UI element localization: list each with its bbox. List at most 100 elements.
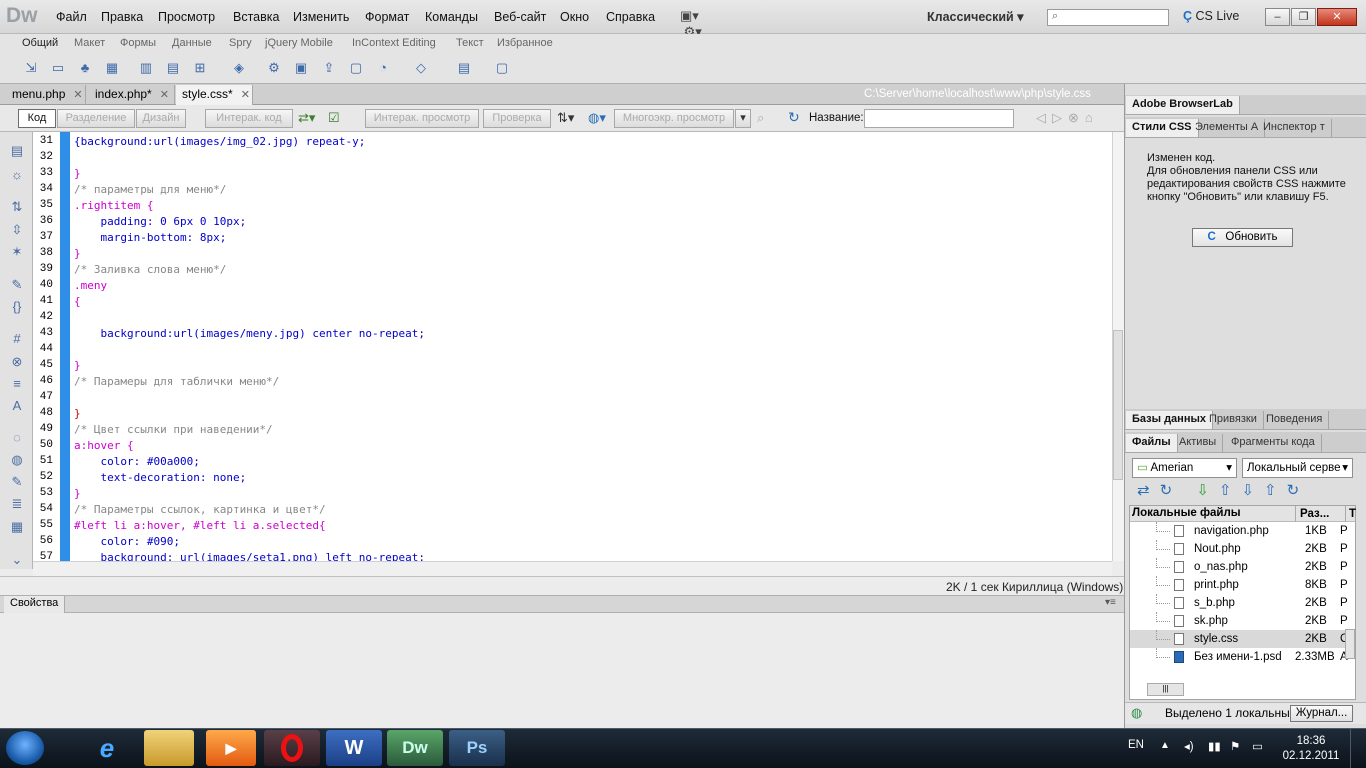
clock[interactable]: 18:36 02.12.2011: [1282, 734, 1340, 764]
code-line[interactable]: }: [74, 246, 81, 262]
doc-tab[interactable]: menu.php ✕: [6, 85, 86, 105]
cs-live-button[interactable]: Ç CS Live: [1183, 9, 1239, 23]
ie-icon[interactable]: e: [78, 730, 136, 766]
code-line[interactable]: }: [74, 166, 81, 182]
coding-tool-icon[interactable]: A: [8, 398, 26, 414]
insert-tab[interactable]: Текст: [456, 37, 484, 49]
files-toolbar-icons[interactable]: ⇄↻ ⇩⇧⇩⇧↻: [1137, 481, 1309, 499]
close-button[interactable]: ✕: [1317, 8, 1357, 26]
insert-tab[interactable]: Избранное: [497, 37, 553, 49]
coding-tool-icon[interactable]: ◌: [8, 430, 26, 446]
coding-tool-icon[interactable]: ⊗: [8, 354, 26, 370]
doc-tab[interactable]: index.php* ✕: [89, 85, 175, 105]
properties-tab[interactable]: Свойства: [4, 596, 66, 613]
media-player-icon[interactable]: ▶: [206, 730, 256, 766]
insert-toolbar-icon[interactable]: ◈: [230, 60, 248, 76]
menu-item[interactable]: Веб-сайт: [494, 10, 546, 24]
code-line[interactable]: .meny: [74, 278, 107, 294]
network-icon[interactable]: ▮▮: [1208, 739, 1221, 753]
menu-item[interactable]: Команды: [425, 10, 478, 24]
file-row[interactable]: print.php 8KB P: [1130, 576, 1348, 594]
insert-toolbar-icon[interactable]: ⇪: [320, 60, 338, 76]
coding-tool-icon[interactable]: ☼: [8, 167, 26, 183]
code-line[interactable]: color: #090;: [74, 534, 179, 550]
coding-tool-icon[interactable]: {}: [8, 299, 26, 315]
coding-tool-icon[interactable]: ✎: [8, 277, 26, 293]
code-line[interactable]: /* параметры для меню*/: [74, 182, 226, 198]
close-tab-icon[interactable]: ✕: [73, 89, 82, 101]
show-desktop-button[interactable]: [1350, 728, 1366, 768]
insert-toolbar-icon[interactable]: ▣: [292, 60, 310, 76]
insert-toolbar-icon[interactable]: ▭: [49, 60, 67, 76]
split-view-button[interactable]: Разделение: [57, 109, 135, 128]
file-management-icon[interactable]: ⇅▾: [557, 110, 574, 126]
insert-toolbar-icon[interactable]: ♣: [76, 60, 94, 76]
multiscreen-dropdown-icon[interactable]: ▾: [735, 109, 751, 128]
dreamweaver-taskbar-icon[interactable]: Dw: [387, 730, 443, 766]
code-line[interactable]: {background:url(images/img_02.jpg) repea…: [74, 134, 365, 150]
doc-tab[interactable]: style.css* ✕: [176, 85, 253, 105]
code-line[interactable]: .rightitem {: [74, 198, 153, 214]
layout-switcher-icon[interactable]: ▣▾ ⚙▾ ⚇▾: [680, 8, 710, 55]
panel-menu-icon[interactable]: ▾≡: [1105, 597, 1116, 608]
coding-tool-icon[interactable]: ▦: [8, 519, 26, 535]
visual-aids-icon[interactable]: ⌕: [757, 110, 764, 126]
menu-item[interactable]: Файл: [56, 10, 87, 24]
code-view-button[interactable]: Код: [18, 109, 56, 128]
code-line[interactable]: color: #00a000;: [74, 454, 199, 470]
nav-icons[interactable]: ◁▷⊗⌂: [1036, 110, 1099, 126]
coding-tool-icon[interactable]: ✎: [8, 474, 26, 490]
journal-button[interactable]: Журнал...: [1290, 705, 1353, 722]
insert-tab[interactable]: Общий: [22, 37, 58, 49]
coding-tool-icon[interactable]: ⇅: [8, 199, 26, 215]
design-view-button[interactable]: Дизайн: [136, 109, 186, 128]
insert-toolbar-icon[interactable]: ▢: [347, 60, 365, 76]
col-size[interactable]: Раз...: [1295, 506, 1329, 522]
code-line[interactable]: #left li a:hover, #left li a.selected{: [74, 518, 326, 534]
explorer-icon[interactable]: [144, 730, 194, 766]
validate-icon[interactable]: ☑: [328, 110, 340, 126]
coding-tool-icon[interactable]: ≡: [8, 376, 26, 392]
minimize-button[interactable]: –: [1265, 8, 1290, 26]
insert-toolbar-icon[interactable]: ◇: [412, 60, 430, 76]
insert-toolbar-icon[interactable]: ▤: [164, 60, 182, 76]
file-row[interactable]: Без имени-1.psd 2.33MB A: [1130, 648, 1348, 666]
live-code-button[interactable]: Интерак. код: [205, 109, 293, 128]
language-indicator[interactable]: EN: [1128, 739, 1144, 751]
insert-toolbar-icon[interactable]: ◔: [374, 60, 392, 76]
menu-item[interactable]: Справка: [606, 10, 655, 24]
menu-item[interactable]: Просмотр: [158, 10, 215, 24]
photoshop-icon[interactable]: Ps: [449, 730, 505, 766]
file-row[interactable]: navigation.php 1KB P: [1130, 522, 1348, 540]
insert-toolbar-icon[interactable]: ⚙: [265, 60, 283, 76]
insert-tab[interactable]: Данные: [172, 37, 212, 49]
file-row[interactable]: Nout.php 2KB P: [1130, 540, 1348, 558]
insert-toolbar-icon[interactable]: ⇲: [22, 60, 40, 76]
site-select[interactable]: ▭ Amerian ▾: [1132, 458, 1237, 478]
horizontal-scrollbar[interactable]: [33, 561, 1112, 576]
panel-tab[interactable]: Стили CSS: [1126, 119, 1199, 137]
live-view-button[interactable]: Интерак. просмотр: [365, 109, 479, 128]
code-line[interactable]: /* Параметры ссылок, картинка и цвет*/: [74, 502, 326, 518]
file-row[interactable]: sk.php 2KB P: [1130, 612, 1348, 630]
refresh-button[interactable]: C Обновить: [1192, 228, 1293, 247]
file-list-scroll-thumb[interactable]: [1345, 629, 1355, 659]
action-center-icon[interactable]: ⚑: [1230, 739, 1240, 753]
coding-tool-icon[interactable]: ▤: [8, 143, 26, 159]
close-tab-icon[interactable]: ✕: [241, 89, 250, 101]
file-row[interactable]: s_b.php 2KB P: [1130, 594, 1348, 612]
file-row[interactable]: style.css2KBC: [1130, 630, 1348, 648]
menu-item[interactable]: Окно: [560, 10, 589, 24]
menu-item[interactable]: Вставка: [233, 10, 279, 24]
tray-arrow-icon[interactable]: ▲: [1160, 740, 1170, 751]
search-input[interactable]: ⌕: [1047, 9, 1169, 26]
workspace-switcher[interactable]: Классический ▾: [927, 9, 1023, 24]
code-line[interactable]: background:url(images/meny.jpg) center n…: [74, 326, 425, 342]
panel-tab[interactable]: Инспектор т: [1257, 119, 1332, 137]
server-select[interactable]: Локальный серве ▾: [1242, 458, 1353, 478]
insert-tab[interactable]: jQuery Mobile: [265, 37, 333, 49]
coding-tool-icon[interactable]: #: [8, 331, 26, 347]
maximize-button[interactable]: ❐: [1291, 8, 1316, 26]
close-tab-icon[interactable]: ✕: [160, 89, 169, 101]
panel-tab[interactable]: Привязки: [1203, 411, 1264, 429]
